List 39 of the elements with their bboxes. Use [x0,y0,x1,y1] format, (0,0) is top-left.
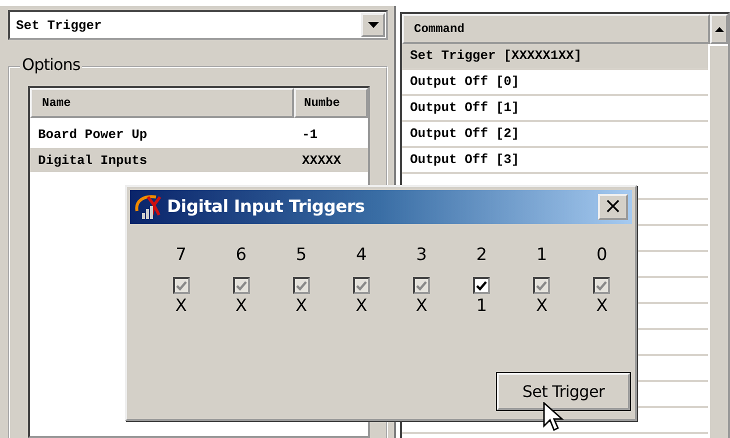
close-button[interactable]: × [598,194,628,220]
dropdown-value: Set Trigger [15,18,103,32]
bit-value: X [356,295,368,317]
scroll-up-button[interactable] [710,14,728,44]
command-row[interactable]: Output Off [3] [402,148,708,174]
set-trigger-button[interactable]: Set Trigger [497,373,630,410]
column-header[interactable]: Numbe [294,88,368,118]
bit-value: X [536,295,548,317]
bit-label: 7 [176,244,186,266]
dialog-title: Digital Input Triggers [167,197,366,217]
bit-value: X [295,295,308,317]
bit-value: X [416,295,428,317]
bit-label: 1 [536,244,548,266]
bit-value: X [596,295,608,317]
bit-label: 3 [416,244,427,266]
bit-label: 0 [596,244,608,266]
list-row[interactable]: Digital Inputs XXXXX [30,148,368,172]
bit-value: 1 [476,295,488,317]
bit-value: X [175,295,187,317]
column-header[interactable]: Command [402,14,710,44]
column-header[interactable]: Name [30,88,294,118]
mouse-pointer-icon [543,402,565,432]
command-row[interactable]: Output Off [0] [402,70,708,96]
bit-label: 5 [296,244,307,266]
command-row[interactable]: Output Off [1] [402,96,708,122]
app-icon [134,193,164,221]
scrollbar[interactable] [708,46,728,438]
dropdown-arrow-icon [368,22,378,28]
checkbox[interactable] [473,277,490,294]
bit-label: 6 [236,244,247,266]
list-row[interactable]: Board Power Up -1 [30,122,368,146]
command-row[interactable]: Set Trigger [XXXXX1XX] [402,44,708,70]
command-dropdown[interactable]: Set Trigger [8,10,388,40]
up-arrow-icon [714,26,724,32]
bit-label: 2 [476,244,488,266]
command-row[interactable]: Output Off [2] [402,122,708,148]
group-title: Options [20,55,82,74]
bit-value: X [235,295,248,317]
bit-label: 4 [356,244,367,266]
